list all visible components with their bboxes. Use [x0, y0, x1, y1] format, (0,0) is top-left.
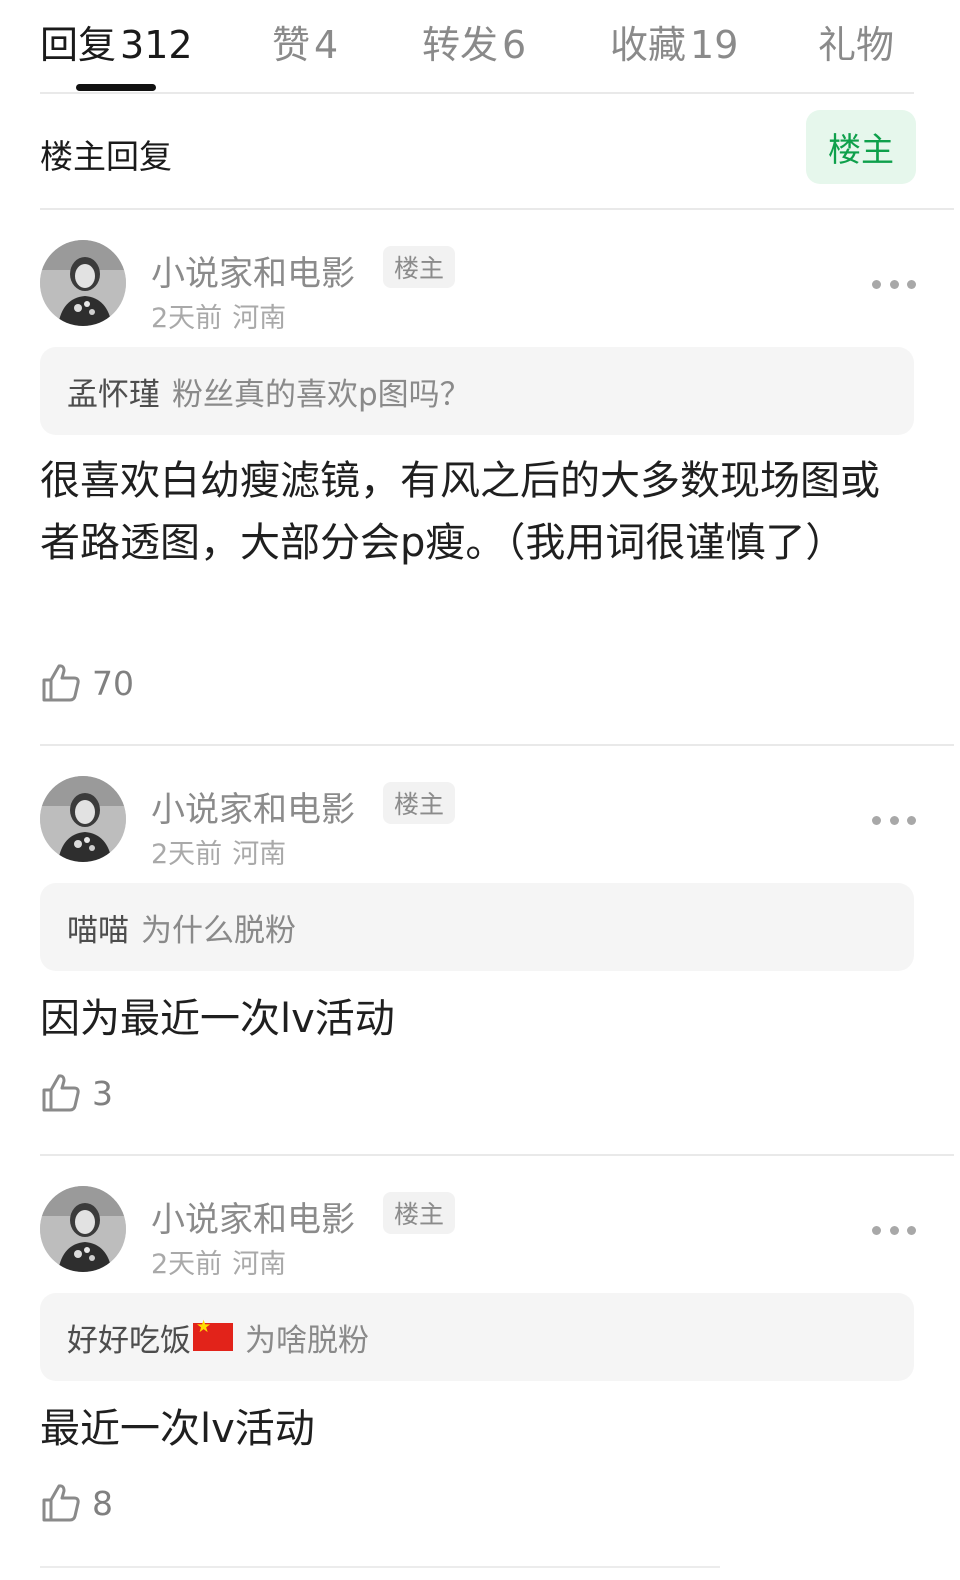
comment-meta: 2天前 河南	[151, 832, 286, 871]
comment-time: 2天前	[151, 839, 223, 870]
tab-count: 6	[502, 23, 527, 67]
comment-location: 河南	[232, 303, 287, 334]
thumbs-up-icon	[42, 664, 80, 702]
like-count: 70	[92, 663, 134, 703]
comment-time: 2天前	[151, 1249, 223, 1280]
comment-location: 河南	[232, 1249, 287, 1280]
quoted-reply[interactable]: 好好吃饭 为啥脱粉	[40, 1293, 914, 1381]
comment-text: 因为最近一次lv活动	[40, 996, 395, 1042]
tab-label: 礼物	[818, 23, 895, 67]
quoted-username: 孟怀瑾	[67, 376, 160, 413]
quoted-username: 好好吃饭	[67, 1322, 191, 1359]
like-button[interactable]: 70	[40, 662, 134, 704]
like-count: 3	[92, 1073, 113, 1113]
reply-tabs: 回复 312 赞4 转发 6 收藏 19 礼物	[40, 0, 914, 94]
thumbs-up-icon	[42, 1484, 80, 1522]
more-dots-icon[interactable]	[872, 274, 916, 294]
more-dots-icon[interactable]	[872, 1220, 916, 1240]
tab-label: 收藏	[610, 23, 687, 67]
comment-text: 最近一次lv活动	[40, 1406, 315, 1452]
like-button[interactable]: 8	[40, 1482, 113, 1524]
divider	[40, 1566, 720, 1568]
tab-label: 转发	[422, 23, 499, 67]
avatar[interactable]	[40, 776, 126, 862]
active-tab-indicator	[76, 84, 156, 91]
like-button[interactable]: 3	[40, 1072, 113, 1114]
comment-meta: 2天前 河南	[151, 1242, 286, 1281]
comment-item: 小说家和电影 楼主 2天前河南 好好吃饭 为啥脱粉 最近一次lv活动 8	[40, 1156, 954, 1566]
quoted-text: 为什么脱粉	[141, 912, 296, 949]
tab-reposts[interactable]: 转发 6	[422, 14, 526, 69]
quoted-text: 粉丝真的喜欢p图吗？	[172, 376, 471, 413]
username[interactable]: 小说家和电影	[151, 782, 355, 831]
username[interactable]: 小说家和电影	[151, 1192, 355, 1241]
tab-count: 4	[314, 23, 339, 67]
comment-item: 小说家和电影 楼主 2天前 河南 孟怀瑾 粉丝真的喜欢p图吗？ 很喜欢白幼瘦滤镜，…	[40, 210, 954, 746]
tab-label: 赞	[272, 23, 311, 67]
comment-time: 2天前	[151, 303, 223, 334]
quoted-text: 为啥脱粉	[245, 1322, 369, 1359]
quoted-reply[interactable]: 孟怀瑾 粉丝真的喜欢p图吗？	[40, 347, 914, 435]
more-dots-icon[interactable]	[872, 810, 916, 830]
comment-location: 河南	[232, 839, 287, 870]
op-badge: 楼主	[383, 782, 455, 824]
comment-text: 很喜欢白幼瘦滤镜，有风之后的大多数现场图或者路透图，大部分会p瘦。（我用词很谨慎…	[40, 458, 880, 566]
comment-meta: 2天前 河南	[151, 296, 286, 335]
tab-gifts[interactable]: 礼物	[818, 14, 894, 69]
tab-label: 回复	[40, 23, 117, 67]
username[interactable]: 小说家和电影	[151, 246, 355, 295]
like-count: 8	[92, 1483, 113, 1523]
comment-item: 小说家和电影 楼主 2天前 河南 喵喵 为什么脱粉 因为最近一次lv活动 3	[40, 746, 954, 1156]
quoted-username: 喵喵	[67, 912, 129, 949]
op-badge: 楼主	[383, 246, 455, 288]
thumbs-up-icon	[42, 1074, 80, 1112]
tab-favorites[interactable]: 收藏 19	[610, 14, 738, 69]
section-title: 楼主回复	[40, 137, 172, 176]
tab-likes[interactable]: 赞4	[272, 14, 338, 69]
op-replies-header: 楼主回复 楼主	[40, 94, 954, 210]
quoted-reply[interactable]: 喵喵 为什么脱粉	[40, 883, 914, 971]
avatar[interactable]	[40, 240, 126, 326]
china-flag-icon	[193, 1319, 233, 1351]
tab-count: 19	[690, 23, 739, 67]
avatar[interactable]	[40, 1186, 126, 1272]
tab-replies[interactable]: 回复 312	[40, 14, 193, 69]
tab-count: 312	[120, 23, 193, 67]
op-badge: 楼主	[383, 1192, 455, 1234]
op-filter-button[interactable]: 楼主	[806, 110, 916, 184]
